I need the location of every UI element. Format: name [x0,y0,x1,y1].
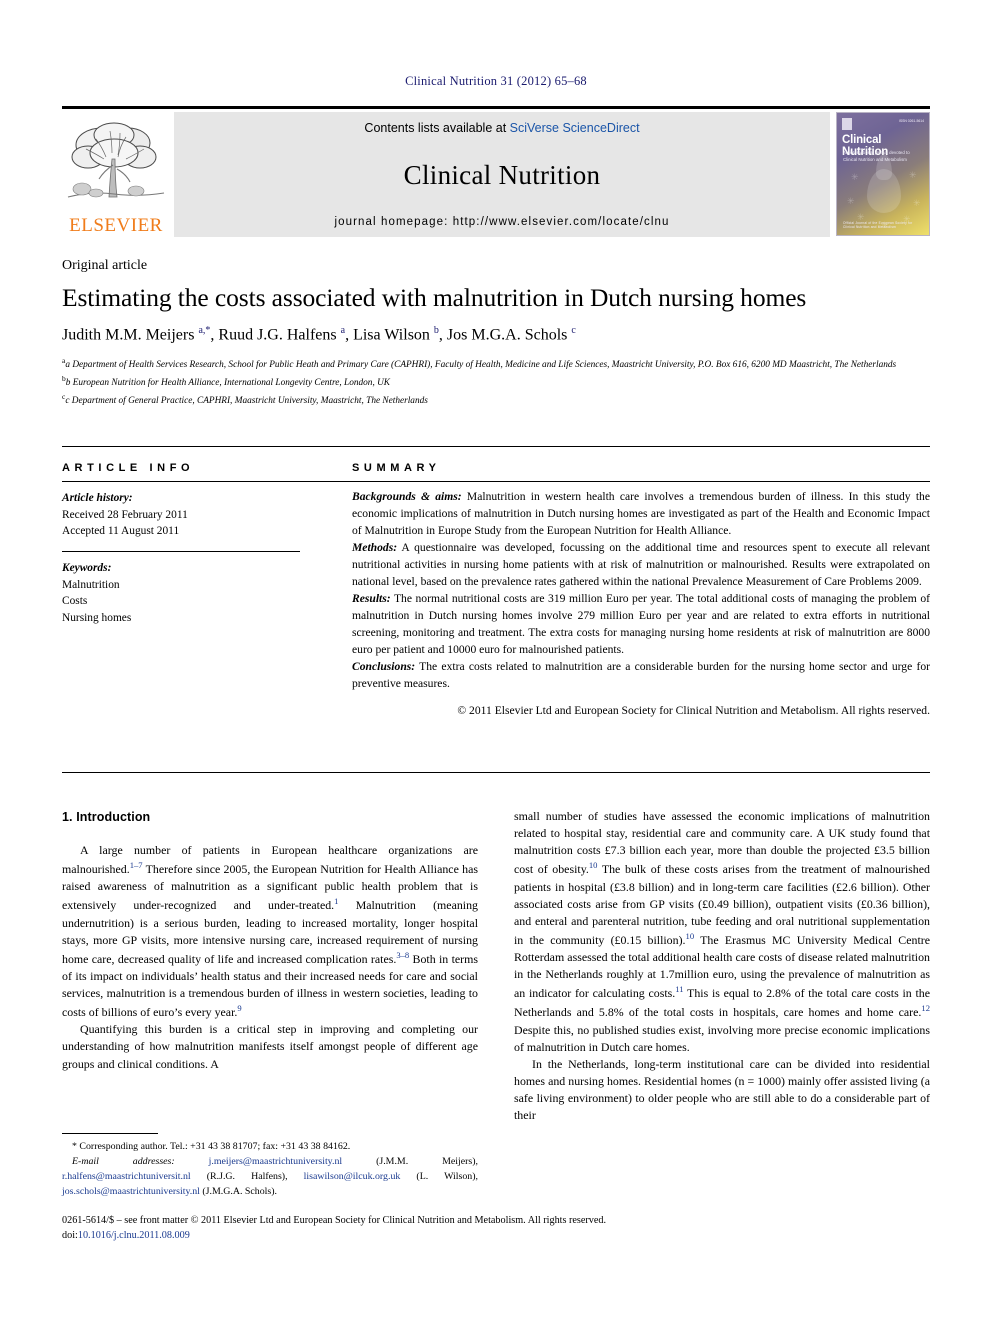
page-title: Estimating the costs associated with mal… [62,283,807,312]
corresponding-author-note: * Corresponding author. Tel.: +31 43 38 … [72,1141,351,1152]
star-icon: ✳ [913,198,921,208]
star-icon: ✳ [847,196,855,206]
paragraph: small number of studies have assessed th… [514,809,930,1054]
keywords-label: Keywords: [62,561,112,574]
divider-top [62,446,930,447]
summary-results: Results: The normal nutritional costs ar… [352,592,930,657]
divider-keywords [62,550,300,552]
journal-title: Clinical Nutrition [403,160,601,190]
cover-elsevier-icon [842,118,852,130]
elsevier-logo: ELSEVIER [62,112,170,237]
cover-issn: ISSN 0261-5614 [898,119,924,123]
keyword-item: Nursing homes [62,611,132,624]
doi-link[interactable]: 10.1016/j.clnu.2011.08.009 [78,1230,190,1241]
doi-line: doi:10.1016/j.clnu.2011.08.009 [62,1230,190,1242]
journal-homepage-link[interactable]: journal homepage: http://www.elsevier.co… [334,216,669,228]
footnote-block: * Corresponding author. Tel.: +31 43 38 … [62,1140,478,1199]
journal-banner: Contents lists available at SciVerse Sci… [174,112,830,237]
accepted-date: Accepted 11 August 2011 [62,525,180,538]
summary-heading: SUMMARY [352,462,441,474]
keyword-item: Malnutrition [62,578,120,591]
running-head: Clinical Nutrition 31 (2012) 65–68 [405,74,587,88]
footnote-divider [62,1133,158,1134]
water-drop-icon [867,154,901,213]
cover-footer: Official Journal of the European Society… [843,221,913,229]
journal-masthead: ELSEVIER Contents lists available at Sci… [62,106,930,237]
sciencedirect-link[interactable]: SciVerse ScienceDirect [510,121,640,135]
contents-available-line: Contents lists available at SciVerse Sci… [364,121,639,135]
affiliation-list: aa Department of Health Services Researc… [62,355,930,408]
body-column-left: 1. Introduction A large number of patien… [62,808,478,1073]
affiliation-b: bb European Nutrition for Health Allianc… [62,373,391,388]
elsevier-wordmark: ELSEVIER [69,215,163,236]
journal-cover-thumbnail: ISSN 0261-5614 Clinical Nutrition An int… [836,112,930,236]
affiliation-c: cc Department of General Practice, CAPHR… [62,391,428,406]
elsevier-tree-icon [67,122,165,198]
paper-page: Clinical Nutrition 31 (2012) 65–68 ELSEV… [0,0,992,1323]
issn-copyright-block: 0261-5614/$ – see front matter © 2011 El… [62,1213,930,1244]
article-history-label: Article history: [62,492,133,504]
received-date: Received 28 February 2011 [62,508,188,521]
section-headings-row: ARTICLE INFO SUMMARY [62,462,930,474]
article-info-heading: ARTICLE INFO [62,462,195,474]
summary-methods: Methods: A questionnaire was developed, … [352,541,930,589]
author-list: Judith M.M. Meijers a,*, Ruud J.G. Halfe… [62,325,576,344]
divider-mid [62,481,930,482]
star-icon: ✳ [851,172,859,182]
keyword-item: Costs [62,595,88,608]
summary-copyright: © 2011 Elsevier Ltd and European Society… [457,704,930,718]
article-info-block: Article history: Received 28 February 20… [62,490,320,626]
section-heading-introduction: 1. Introduction [62,810,151,824]
issn-line: 0261-5614/$ – see front matter © 2011 El… [62,1215,607,1226]
email-addresses-note: E-mail addresses: j.meijers@maastrichtun… [62,1155,479,1197]
summary-backgrounds: Backgrounds & aims: Malnutrition in west… [352,490,930,538]
affiliation-a: aa Department of Health Services Researc… [62,356,897,371]
paragraph: A large number of patients in European h… [62,843,478,1020]
summary-block: Backgrounds & aims: Malnutrition in west… [352,488,930,719]
contents-prefix: Contents lists available at [364,121,510,135]
paragraph: Quantifying this burden is a critical st… [62,1022,478,1071]
star-icon: ✳ [909,170,917,180]
divider-bottom [62,772,930,773]
article-type: Original article [62,258,148,273]
body-column-right: small number of studies have assessed th… [514,808,930,1124]
paragraph: In the Netherlands, long-term institutio… [514,1056,930,1123]
summary-conclusions: Conclusions: The extra costs related to … [352,660,930,691]
